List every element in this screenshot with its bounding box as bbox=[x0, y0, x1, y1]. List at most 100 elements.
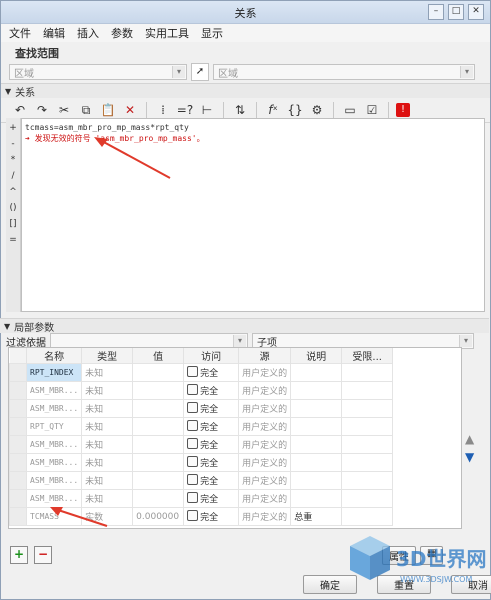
maximize-button[interactable]: □ bbox=[448, 4, 464, 20]
redo-icon[interactable]: ↷ bbox=[33, 101, 51, 119]
row-header-cell[interactable] bbox=[9, 471, 27, 490]
delete-icon[interactable]: ✕ bbox=[121, 101, 139, 119]
cell-restricted[interactable] bbox=[341, 471, 394, 490]
cell-source[interactable]: 用户定义的 bbox=[238, 507, 292, 526]
cell-name[interactable]: ASM_MBR... bbox=[25, 471, 83, 490]
relations-panel-header[interactable]: ▼ 关系 bbox=[1, 83, 490, 99]
cell-source[interactable]: 用户定义的 bbox=[238, 489, 292, 508]
operator-equals[interactable]: = bbox=[9, 234, 17, 246]
cell-name[interactable]: ASM_MBR... bbox=[25, 453, 83, 472]
cell-value[interactable] bbox=[132, 381, 185, 400]
add-parameter-button[interactable]: + bbox=[10, 546, 28, 564]
col-name[interactable]: 名称 bbox=[26, 348, 83, 364]
table-row[interactable]: ASM_MBR... 未知 完全 用户定义的 bbox=[9, 399, 394, 418]
cell-restricted[interactable] bbox=[341, 489, 394, 508]
cut-icon[interactable]: ✂ bbox=[55, 101, 73, 119]
col-source[interactable]: 源 bbox=[238, 348, 292, 364]
cell-value[interactable] bbox=[132, 471, 185, 490]
menu-display[interactable]: 显示 bbox=[201, 25, 223, 41]
local-params-header[interactable]: ▼ 局部参数 bbox=[0, 318, 489, 334]
insert-dimension-icon[interactable]: ⁞ bbox=[154, 101, 172, 119]
cell-access[interactable]: 完全 bbox=[183, 435, 240, 454]
row-header-cell[interactable] bbox=[9, 489, 27, 508]
cell-description[interactable] bbox=[290, 363, 343, 382]
dimension-lock-icon[interactable]: ⊢ bbox=[198, 101, 216, 119]
cell-type[interactable]: 未知 bbox=[81, 489, 134, 508]
cell-name[interactable]: ASM_MBR... bbox=[25, 399, 83, 418]
cell-source[interactable]: 用户定义的 bbox=[238, 399, 292, 418]
cell-description[interactable] bbox=[290, 417, 343, 436]
cell-restricted[interactable] bbox=[341, 363, 394, 382]
operator-power[interactable]: ^ bbox=[9, 186, 17, 198]
table-row[interactable]: ASM_MBR... 未知 完全 用户定义的 bbox=[9, 435, 394, 454]
operator-parens[interactable]: () bbox=[9, 202, 16, 214]
cell-description[interactable] bbox=[290, 471, 343, 490]
cell-value[interactable] bbox=[132, 399, 185, 418]
cell-restricted[interactable] bbox=[341, 381, 394, 400]
scope-type-select[interactable]: 区域 ▾ bbox=[9, 64, 187, 80]
cell-description[interactable] bbox=[290, 453, 343, 472]
cell-source[interactable]: 用户定义的 bbox=[238, 435, 292, 454]
col-value[interactable]: 值 bbox=[132, 348, 185, 364]
remove-parameter-button[interactable]: − bbox=[34, 546, 52, 564]
cell-name[interactable]: ASM_MBR... bbox=[25, 489, 83, 508]
operator-multiply[interactable]: * bbox=[11, 154, 16, 166]
cell-type[interactable]: 未知 bbox=[81, 453, 134, 472]
cell-value[interactable] bbox=[132, 453, 185, 472]
cell-restricted[interactable] bbox=[341, 507, 394, 526]
cell-name[interactable]: RPT_QTY bbox=[25, 417, 83, 436]
cell-value[interactable] bbox=[132, 489, 185, 508]
operator-minus[interactable]: - bbox=[11, 138, 14, 150]
paste-icon[interactable]: 📋 bbox=[99, 101, 117, 119]
sort-relations-icon[interactable]: ⇅ bbox=[231, 101, 249, 119]
col-type[interactable]: 类型 bbox=[81, 348, 134, 364]
menu-parameters[interactable]: 参数 bbox=[111, 25, 133, 41]
cell-description[interactable] bbox=[290, 489, 343, 508]
menu-utilities[interactable]: 实用工具 bbox=[145, 25, 189, 41]
cell-description[interactable] bbox=[290, 435, 343, 454]
cell-source[interactable]: 用户定义的 bbox=[238, 453, 292, 472]
table-row[interactable]: ASM_MBR... 未知 完全 用户定义的 bbox=[9, 381, 394, 400]
show-relations-icon[interactable]: ▭ bbox=[341, 101, 359, 119]
cell-name[interactable]: ASM_MBR... bbox=[25, 435, 83, 454]
move-up-icon[interactable]: ▲ bbox=[465, 432, 474, 446]
row-header-cell[interactable] bbox=[9, 399, 27, 418]
row-header-cell[interactable] bbox=[9, 363, 27, 382]
cell-value[interactable] bbox=[132, 417, 185, 436]
cell-value[interactable] bbox=[132, 435, 185, 454]
cell-description[interactable] bbox=[290, 399, 343, 418]
evaluate-icon[interactable]: =? bbox=[176, 101, 194, 119]
cell-description[interactable] bbox=[290, 381, 343, 400]
cell-restricted[interactable] bbox=[341, 417, 394, 436]
cell-value[interactable]: 0.000000 bbox=[132, 507, 185, 526]
table-row[interactable]: ASM_MBR... 未知 完全 用户定义的 bbox=[9, 489, 394, 508]
menu-insert[interactable]: 插入 bbox=[77, 25, 99, 41]
row-header-cell[interactable] bbox=[9, 507, 27, 526]
parameters-icon[interactable]: {} bbox=[286, 101, 304, 119]
copy-icon[interactable]: ⧉ bbox=[77, 101, 95, 119]
cell-type[interactable]: 未知 bbox=[81, 363, 134, 382]
cell-access[interactable]: 完全 bbox=[183, 381, 240, 400]
relations-text-editor[interactable]: tcmass=asm_mbr_pro_mp_mass*rpt_qty ➔ 发现无… bbox=[21, 118, 485, 312]
menu-file[interactable]: 文件 bbox=[9, 25, 31, 41]
table-row[interactable]: RPT_QTY 未知 完全 用户定义的 bbox=[9, 417, 394, 436]
move-down-icon[interactable]: ▼ bbox=[465, 450, 474, 464]
cell-access[interactable]: 完全 bbox=[183, 363, 240, 382]
undo-icon[interactable]: ↶ bbox=[11, 101, 29, 119]
cell-access[interactable]: 完全 bbox=[183, 417, 240, 436]
cell-source[interactable]: 用户定义的 bbox=[238, 381, 292, 400]
cell-name[interactable]: RPT_INDEX bbox=[25, 363, 83, 382]
close-button[interactable]: ✕ bbox=[468, 4, 484, 20]
cell-name[interactable]: ASM_MBR... bbox=[25, 381, 83, 400]
cell-restricted[interactable] bbox=[341, 453, 394, 472]
cell-type[interactable]: 未知 bbox=[81, 381, 134, 400]
operator-brackets[interactable]: [] bbox=[9, 218, 16, 230]
col-description[interactable]: 说明 bbox=[290, 348, 343, 364]
cell-source[interactable]: 用户定义的 bbox=[238, 417, 292, 436]
scope-object-select[interactable]: 区域 ▾ bbox=[213, 64, 475, 80]
menu-edit[interactable]: 编辑 bbox=[43, 25, 65, 41]
cell-type[interactable]: 未知 bbox=[81, 471, 134, 490]
units-icon[interactable]: ⚙ bbox=[308, 101, 326, 119]
info-icon[interactable]: ! bbox=[396, 103, 410, 117]
operator-plus[interactable]: + bbox=[9, 122, 17, 134]
